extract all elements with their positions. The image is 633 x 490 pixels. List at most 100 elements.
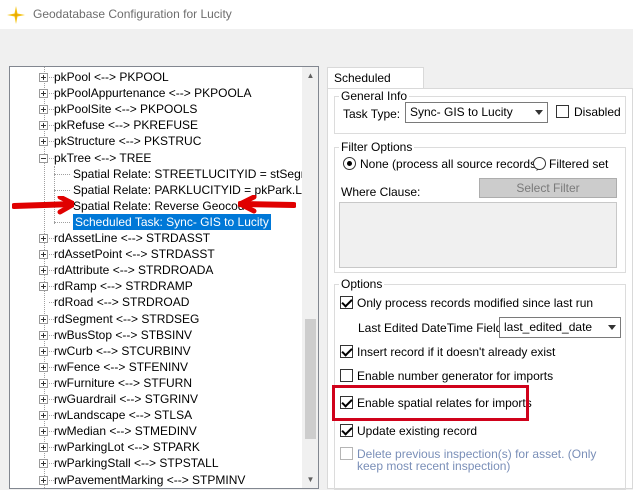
tree-item-label: rdSegment <--> STRDSEG	[54, 311, 200, 326]
toolbar-grip[interactable]	[2, 34, 5, 48]
tree-item[interactable]: rdRamp <--> STRDRAMP	[10, 278, 300, 294]
tree-item-label: pkPool <--> PKPOOL	[54, 70, 169, 84]
update-existing-label: Update existing record	[357, 424, 478, 438]
expand-icon[interactable]	[39, 395, 48, 404]
tree-item-label: rwParkingLot <--> STPARK	[54, 440, 200, 455]
scheduled-tasks-page: General Info Task Type: Sync- GIS to Luc…	[327, 88, 633, 490]
tree-scrollbar[interactable]: ▲ ▼	[302, 67, 318, 488]
disabled-label: Disabled	[574, 105, 621, 119]
only-modified-checkbox[interactable]	[340, 296, 353, 309]
expand-icon[interactable]	[39, 105, 48, 115]
expand-icon[interactable]	[39, 314, 48, 324]
task-type-value: Sync- GIS to Lucity	[410, 105, 513, 119]
tree-item[interactable]: rwPavementMarking <--> STPMINV	[10, 472, 300, 488]
select-filter-button[interactable]: Select Filter	[479, 178, 617, 198]
filtered-set-radio[interactable]	[533, 157, 546, 170]
general-info-title: General Info	[339, 89, 410, 103]
delete-previous-label-line2: keep most recent inspection)	[357, 459, 511, 473]
tree-item[interactable]: rwFence <--> STFENINV	[10, 359, 300, 375]
tree-item[interactable]: rdSegment <--> STRDSEG	[10, 311, 300, 327]
tree-connector-line	[54, 189, 70, 191]
tree-item-label: rwPavementMarking <--> STPMINV	[54, 472, 246, 487]
tree-item-label: rdAttribute <--> STRDROADA	[54, 263, 214, 278]
tree-item-label: rwLandscape <--> STLSA	[54, 408, 193, 423]
tree-item[interactable]: rwParkingStall <--> STPSTALL	[10, 455, 300, 471]
tree-item[interactable]: rdAttribute <--> STRDROADA	[10, 262, 300, 278]
tree-item-label: pkPoolSite <--> PKPOOLS	[54, 102, 198, 117]
tree-item-label: rwFence <--> STFENINV	[54, 359, 189, 374]
tree-item-label: rdRoad <--> STRDROAD	[54, 295, 190, 310]
tree-item-label: rwBusStop <--> STBSINV	[54, 327, 193, 342]
tree-item[interactable]: rwParkingLot <--> STPARK	[10, 439, 300, 455]
title-bar: Geodatabase Configuration for Lucity	[0, 0, 633, 30]
tree-item[interactable]: rwCurb <--> STCURBINV	[10, 343, 300, 359]
tree-item[interactable]: pkStructure <--> PKSTRUC	[10, 133, 300, 149]
tree-item[interactable]: rdAssetLine <--> STRDASST	[10, 230, 300, 246]
expand-icon[interactable]	[39, 362, 48, 372]
disabled-checkbox[interactable]	[556, 105, 569, 118]
tree-item[interactable]: rdAssetPoint <--> STRDASST	[10, 246, 300, 262]
tree-item-label: rwGuardrail <--> STGRINV	[54, 392, 199, 406]
tree-item-label: pkTree <--> TREE	[54, 150, 152, 165]
tree-item-label: Scheduled Task: Sync- GIS to Lucity	[73, 213, 271, 230]
options-title: Options	[339, 277, 385, 291]
tree-item[interactable]: rwBusStop <--> STBSINV	[10, 327, 300, 343]
delete-previous-checkbox[interactable]	[340, 447, 353, 460]
tree-item[interactable]: rwLandscape <--> STLSA	[10, 407, 300, 423]
scroll-down-icon[interactable]: ▼	[302, 471, 318, 488]
tree-item[interactable]: rwGuardrail <--> STGRINV	[10, 391, 300, 407]
expand-icon[interactable]	[39, 89, 48, 99]
tree-item[interactable]: pkPoolAppurtenance <--> PKPOOLA	[10, 85, 300, 101]
expand-icon[interactable]	[39, 443, 48, 453]
expand-icon[interactable]	[39, 234, 48, 243]
highlight-annotation	[332, 385, 529, 421]
tree-item[interactable]: rdRoad <--> STRDROAD	[10, 294, 300, 310]
expand-icon[interactable]	[39, 266, 48, 276]
tree-item[interactable]: rwMedian <--> STMEDINV	[10, 423, 300, 439]
tree-item[interactable]: Spatial Relate: STREETLUCITYID = stSegme…	[10, 166, 318, 182]
task-type-label: Task Type:	[343, 107, 401, 121]
task-type-select[interactable]: Sync- GIS to Lucity	[405, 102, 548, 123]
app-logo-icon	[7, 6, 25, 24]
expand-icon[interactable]	[39, 427, 48, 437]
tree-item[interactable]: pkPoolSite <--> PKPOOLS	[10, 101, 300, 117]
expand-icon[interactable]	[39, 282, 48, 292]
number-generator-checkbox[interactable]	[340, 369, 353, 382]
chevron-down-icon	[535, 110, 543, 115]
expand-icon[interactable]	[39, 250, 48, 260]
tree-item[interactable]: pkPool <--> PKPOOL	[10, 69, 300, 85]
tree-item-label: pkRefuse <--> PKREFUSE	[54, 118, 199, 133]
expand-icon[interactable]	[39, 459, 48, 469]
update-existing-checkbox[interactable]	[340, 424, 353, 437]
tree-item[interactable]: pkTree <--> TREE	[10, 150, 300, 166]
red-arrow-left-icon	[12, 196, 74, 215]
expand-icon[interactable]	[39, 121, 48, 131]
scrollbar-thumb[interactable]	[305, 319, 316, 439]
window-title: Geodatabase Configuration for Lucity	[33, 7, 232, 21]
expand-icon[interactable]	[39, 330, 48, 340]
scroll-up-icon[interactable]: ▲	[302, 67, 318, 84]
expand-icon[interactable]	[39, 475, 48, 485]
expand-icon[interactable]	[39, 411, 48, 421]
expand-icon[interactable]	[39, 346, 48, 356]
where-clause-label: Where Clause:	[341, 185, 421, 199]
tree-item[interactable]: pkRefuse <--> PKREFUSE	[10, 117, 300, 133]
where-clause-input[interactable]	[339, 202, 617, 268]
tree-item-label: Spatial Relate: STREETLUCITYID = stSegme…	[73, 166, 319, 181]
expand-icon[interactable]	[39, 73, 48, 82]
insert-record-label: Insert record if it doesn't already exis…	[357, 345, 556, 359]
tree-item-label: rdRamp <--> STRDRAMP	[54, 279, 193, 294]
expand-icon[interactable]	[39, 378, 48, 388]
collapse-icon[interactable]	[39, 153, 48, 163]
tree-item[interactable]: rwFurniture <--> STFURN	[10, 375, 300, 391]
expand-icon[interactable]	[39, 137, 48, 147]
last-edited-value: last_edited_date	[504, 320, 593, 334]
toolbar	[0, 30, 633, 52]
tab-scheduled-tasks[interactable]: Scheduled Tasks	[327, 67, 424, 105]
tree-item[interactable]: Scheduled Task: Sync- GIS to Lucity	[10, 213, 300, 230]
red-arrow-right-icon	[238, 195, 296, 214]
insert-record-checkbox[interactable]	[340, 345, 353, 358]
tree-view[interactable]: pkPool <--> PKPOOL pkPoolAppurtenance <--…	[9, 66, 319, 489]
last-edited-select[interactable]: last_edited_date	[499, 317, 621, 338]
none-radio[interactable]	[343, 157, 356, 170]
